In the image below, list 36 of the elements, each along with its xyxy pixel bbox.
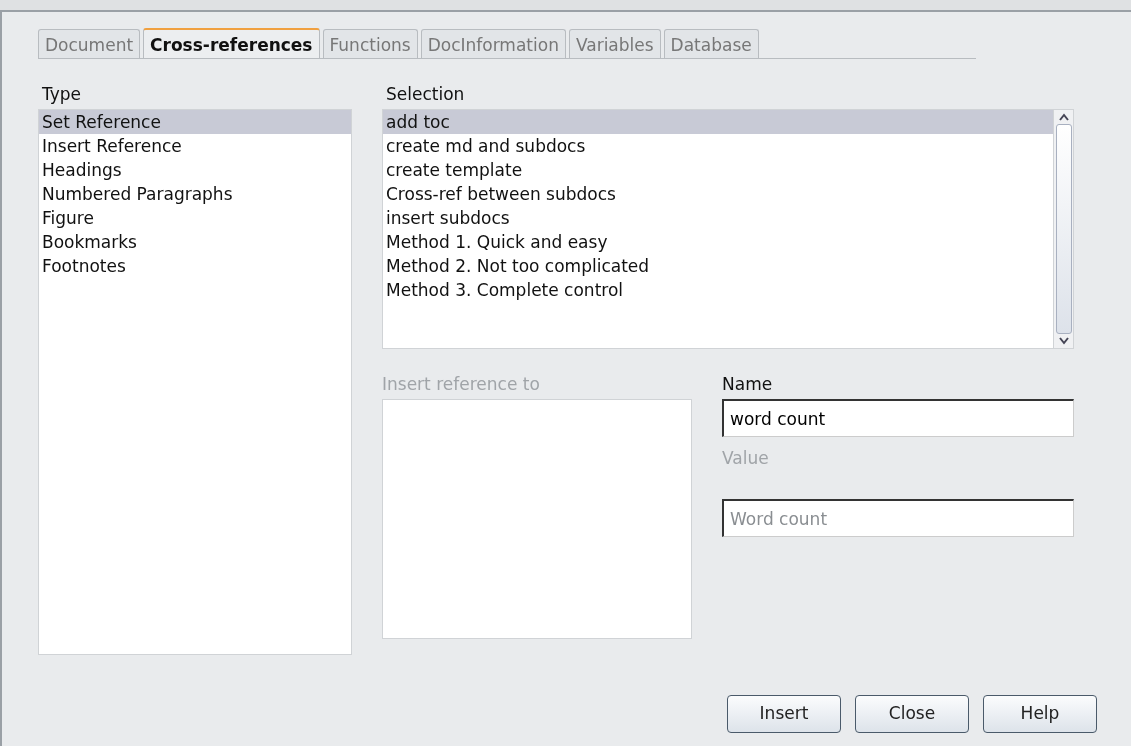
type-list[interactable]: Set Reference Insert Reference Headings Numbered Paragraphs Figure Bookmarks Footnotes (38, 109, 352, 655)
tab[interactable]: Functions (322, 29, 418, 58)
list-item[interactable]: Headings (39, 158, 351, 182)
scroll-down-icon[interactable] (1057, 336, 1070, 346)
list-item[interactable]: Method 3. Complete control (383, 278, 1053, 302)
name-field[interactable]: word count (722, 399, 1074, 437)
tab[interactable]: Cross-references (143, 28, 320, 58)
list-item[interactable]: Numbered Paragraphs (39, 182, 351, 206)
list-item[interactable]: Insert Reference (39, 134, 351, 158)
scrollbar-thumb[interactable] (1055, 124, 1072, 334)
dialog-button[interactable]: Insert (727, 695, 841, 733)
list-item[interactable]: insert subdocs (383, 206, 1053, 230)
list-item[interactable]: create md and subdocs (383, 134, 1053, 158)
value-label: Value (722, 447, 770, 469)
tab[interactable]: DocInformation (420, 29, 566, 58)
list-item[interactable]: Bookmarks (39, 230, 351, 254)
selection-list[interactable]: add toc create md and subdocs create template Cross-ref between subdocs insert subdocs Method 1. Quick and easy Method 2. Not too complicated Method 3. Complete control (382, 109, 1074, 349)
selection-label: Selection (385, 83, 466, 105)
list-item[interactable]: Footnotes (39, 254, 351, 278)
dialog-button[interactable]: Help (983, 695, 1097, 733)
tab[interactable]: Database (663, 29, 759, 58)
scrollbar[interactable] (1053, 110, 1073, 348)
list-item[interactable]: Figure (39, 206, 351, 230)
tab[interactable]: Document (38, 29, 141, 58)
insert-reference-label: Insert reference to (382, 373, 541, 395)
list-item[interactable]: Set Reference (39, 110, 351, 134)
type-label: Type (41, 83, 83, 105)
tab[interactable]: Variables (568, 29, 661, 58)
dialog-button[interactable]: Close (855, 695, 969, 733)
list-item[interactable]: create template (383, 158, 1053, 182)
name-label: Name (722, 373, 774, 395)
list-item[interactable]: add toc (383, 110, 1053, 134)
list-item[interactable]: Method 2. Not too complicated (383, 254, 1053, 278)
scroll-up-icon[interactable] (1057, 112, 1070, 122)
list-item[interactable]: Cross-ref between subdocs (383, 182, 1053, 206)
list-item[interactable]: Method 1. Quick and easy (383, 230, 1053, 254)
